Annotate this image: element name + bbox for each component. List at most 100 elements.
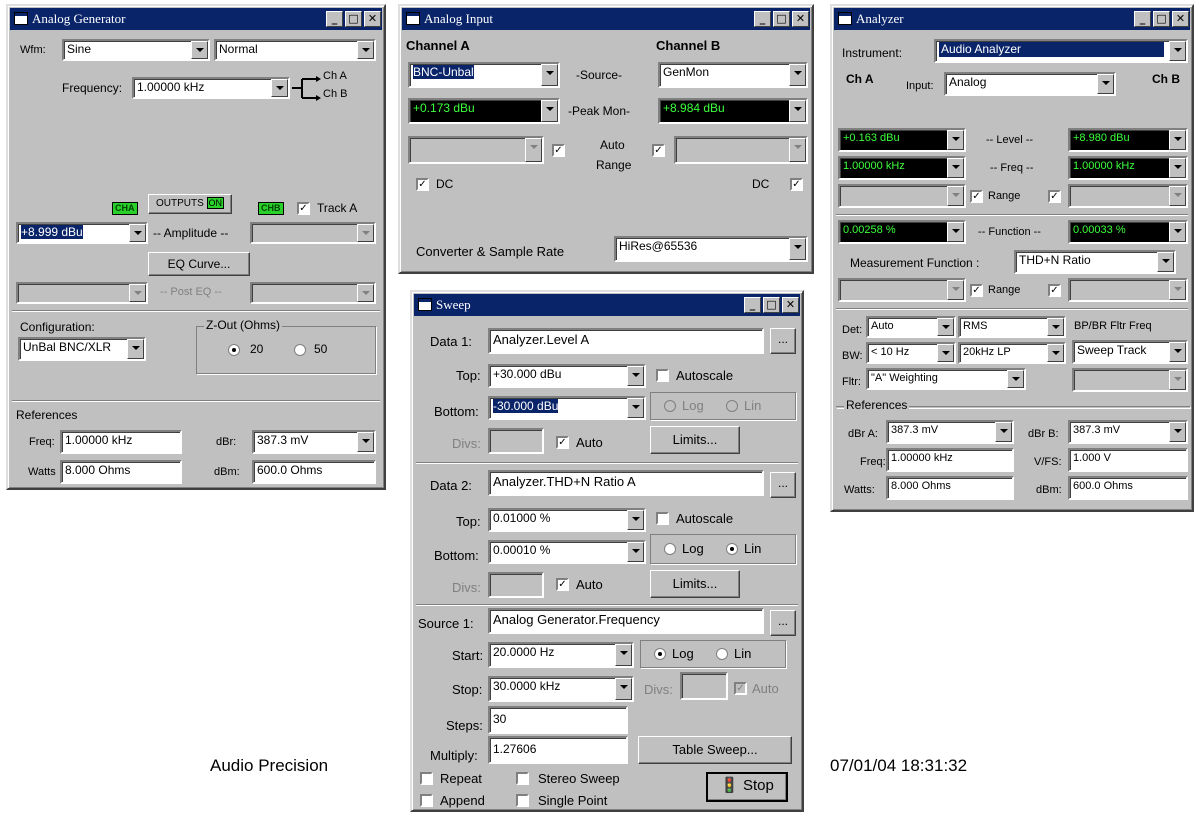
data2-divs-input[interactable] [488,572,544,598]
data2-browse-button[interactable]: ... [770,472,796,498]
freq-b-readout[interactable]: 1.00000 kHz [1068,156,1188,180]
filter-select[interactable]: "A" Weighting [866,368,1026,390]
source-auto-checkbox[interactable]: ✓ [734,682,747,695]
source-divs-input[interactable] [680,672,728,700]
minimize-button[interactable]: _ [1134,11,1151,27]
instrument-select[interactable]: Audio Analyzer [934,39,1188,63]
range-a-checkbox[interactable]: ✓ [970,190,983,203]
post-eq-a-select[interactable] [16,282,148,304]
source-log-radio[interactable] [654,648,666,660]
converter-select[interactable]: HiRes@65536 [614,236,808,262]
freq-ref-input[interactable]: 1.00000 kHz [886,448,1014,472]
freq-a-readout[interactable]: 1.00000 kHz [838,156,966,180]
maximize-button[interactable]: □ [1153,11,1170,27]
close-button[interactable]: ✕ [792,11,809,27]
dc-b-checkbox[interactable]: ✓ [790,178,803,191]
source-a-select[interactable]: BNC-Unbal [408,62,560,88]
peak-mon-b-readout[interactable]: +8.984 dBu [658,98,808,124]
zout-50-radio[interactable] [294,344,306,356]
auto-range-b-checkbox[interactable]: ✓ [652,144,665,157]
stop-button[interactable]: 🚦 Stop [706,772,788,802]
repeat-checkbox[interactable] [420,772,433,785]
data2-log-radio[interactable] [664,543,676,555]
range-b-select[interactable] [674,136,808,164]
close-button[interactable]: ✕ [364,11,381,27]
close-button[interactable]: ✕ [1172,11,1189,27]
amplitude-b-input[interactable] [250,222,376,244]
data2-limits-button[interactable]: Limits... [650,570,740,598]
data1-input[interactable]: Analyzer.Level A [488,328,764,354]
maximize-button[interactable]: □ [773,11,790,27]
source1-browse-button[interactable]: ... [770,610,796,636]
auto-range-a-checkbox[interactable]: ✓ [552,144,565,157]
data1-auto-checkbox[interactable]: ✓ [556,436,569,449]
data2-lin-radio[interactable] [726,543,738,555]
maximize-button[interactable]: □ [763,297,780,313]
amplitude-a-input[interactable]: +8.999 dBu [16,222,148,244]
maximize-button[interactable]: □ [345,11,362,27]
title-bar[interactable]: Sweep _ □ ✕ [414,294,800,316]
data1-bottom-input[interactable]: -30.000 dBu [488,396,646,420]
source-lin-radio[interactable] [716,648,728,660]
post-eq-b-select[interactable] [250,282,376,304]
level-b-readout[interactable]: +8.980 dBu [1068,128,1188,152]
range-b-select[interactable] [1068,184,1188,208]
lowpass-select[interactable]: 20kHz LP [958,342,1066,364]
cha-output-badge[interactable]: CHA [112,202,138,215]
outputs-toggle[interactable]: OUTPUTS ON [148,194,232,214]
dbr-b-input[interactable]: 387.3 mV [1068,420,1188,444]
chb-output-badge[interactable]: CHB [258,202,284,215]
function-b-readout[interactable]: 0.00033 % [1068,220,1188,244]
freq-ref-input[interactable]: 1.00000 kHz [60,430,182,454]
peak-mon-a-readout[interactable]: +0.173 dBu [408,98,560,124]
title-bar[interactable]: Analog Generator _ □ ✕ [10,8,382,30]
zout-20-radio[interactable] [228,344,240,356]
frequency-input[interactable]: 1.00000 kHz [132,77,290,99]
track-a-checkbox[interactable]: ✓ [297,202,310,215]
close-button[interactable]: ✕ [782,297,799,313]
measurement-function-select[interactable]: THD+N Ratio [1014,250,1176,274]
watts-input[interactable]: 8.000 Ohms [886,476,1014,500]
minimize-button[interactable]: _ [326,11,343,27]
input-select[interactable]: Analog [944,72,1116,96]
minimize-button[interactable]: _ [754,11,771,27]
dbr-input[interactable]: 387.3 mV [252,430,376,454]
data2-top-input[interactable]: 0.01000 % [488,508,646,532]
data1-browse-button[interactable]: ... [770,328,796,354]
range-a-select[interactable] [408,136,544,164]
stop-input[interactable]: 30.0000 kHz [488,676,634,702]
minimize-button[interactable]: _ [744,297,761,313]
dbm-input[interactable]: 600.0 Ohms [1068,476,1188,500]
title-bar[interactable]: Analyzer _ □ ✕ [834,8,1190,30]
start-input[interactable]: 20.0000 Hz [488,642,634,668]
steps-input[interactable]: 30 [488,706,628,734]
eq-curve-button[interactable]: EQ Curve... [148,252,250,276]
filter-b-select[interactable] [1072,368,1188,392]
stereo-sweep-checkbox[interactable] [516,772,529,785]
source1-input[interactable]: Analog Generator.Frequency [488,608,764,634]
level-a-readout[interactable]: +0.163 dBu [838,128,966,152]
function-a-readout[interactable]: 0.00258 % [838,220,966,244]
function-range-b-checkbox[interactable]: ✓ [1048,284,1061,297]
detector-type-select[interactable]: RMS [958,316,1066,338]
dbr-a-input[interactable]: 387.3 mV [886,420,1014,444]
data1-lin-radio[interactable] [726,400,738,412]
dbm-input[interactable]: 600.0 Ohms [252,460,376,484]
range-a-select[interactable] [838,184,966,208]
configuration-select[interactable]: UnBal BNC/XLR [18,337,146,361]
dc-a-checkbox[interactable]: ✓ [416,178,429,191]
single-point-checkbox[interactable] [516,794,529,807]
data2-autoscale-checkbox[interactable] [656,512,669,525]
bw-select[interactable]: < 10 Hz [866,342,956,364]
data2-auto-checkbox[interactable]: ✓ [556,578,569,591]
source-b-select[interactable]: GenMon [658,62,808,88]
range-b-checkbox[interactable]: ✓ [1048,190,1061,203]
bpbr-freq-select[interactable]: Sweep Track [1072,340,1188,364]
det-select[interactable]: Auto [866,316,956,338]
function-range-b-select[interactable] [1068,278,1188,302]
data1-log-radio[interactable] [664,400,676,412]
data1-top-input[interactable]: +30.000 dBu [488,364,646,388]
function-range-a-checkbox[interactable]: ✓ [970,284,983,297]
title-bar[interactable]: Analog Input _ □ ✕ [402,8,810,30]
waveform-mode-select[interactable]: Normal [214,39,376,61]
